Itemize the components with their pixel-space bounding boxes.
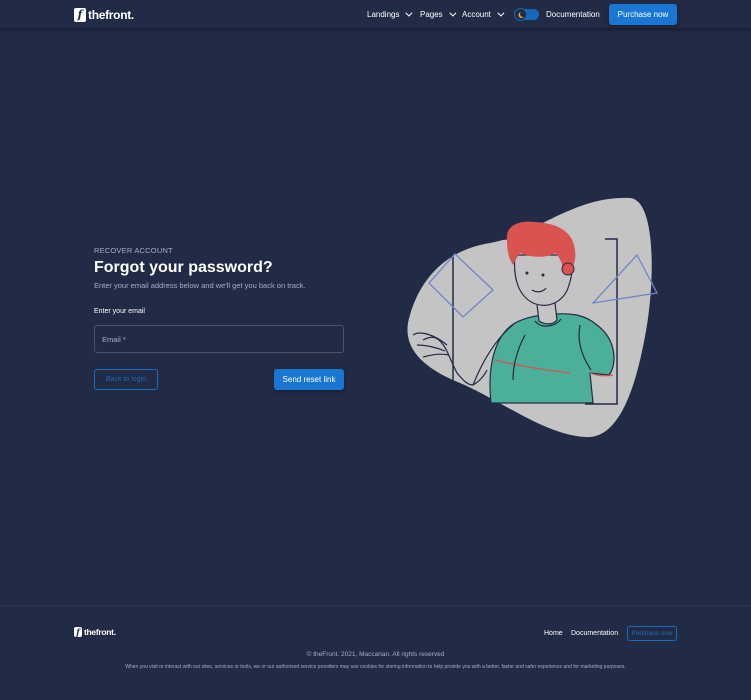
nav-documentation[interactable]: Documentation <box>546 0 600 29</box>
chevron-down-icon <box>449 9 457 17</box>
chevron-down-icon <box>497 9 505 17</box>
footer-link-home-label: Home <box>544 630 563 637</box>
brand-logo[interactable]: f thefront. <box>74 7 134 22</box>
back-to-login-button[interactable]: Back to login <box>94 369 158 390</box>
logo-mark: f <box>74 7 86 22</box>
nav-account[interactable]: Account <box>462 0 505 29</box>
page-title: Forgot your password? <box>94 259 273 276</box>
nav-documentation-label: Documentation <box>546 10 600 19</box>
legal-text: When you visit or interact with our site… <box>125 664 626 670</box>
footer-logo-mark: f <box>74 627 82 637</box>
eye-right-shape <box>541 273 545 277</box>
neck-shape <box>536 302 558 325</box>
theme-toggle[interactable] <box>514 8 539 21</box>
logo-text: thefront. <box>88 7 134 22</box>
section-overline: RECOVER ACCOUNT <box>94 246 173 255</box>
footer-divider <box>0 605 751 606</box>
footer-logo[interactable]: f thefront. <box>74 627 116 637</box>
copyright-text: © theFront. 2021, Maccarian. All rights … <box>306 651 445 658</box>
footer-link-home[interactable]: Home <box>544 626 563 641</box>
ear-shape <box>561 262 575 276</box>
page-subtitle: Enter your email address below and we'll… <box>94 281 306 290</box>
purchase-button[interactable]: Purchase now <box>609 4 677 25</box>
send-reset-link-button[interactable]: Send reset link <box>274 369 344 390</box>
email-label: Enter your email <box>94 308 145 315</box>
chevron-down-icon <box>405 9 413 17</box>
nav-pages-label: Pages <box>420 10 443 19</box>
eye-left-shape <box>525 271 529 275</box>
footer-logo-text: thefront. <box>84 627 116 637</box>
footer-purchase-button[interactable]: Purchase now <box>627 626 677 641</box>
footer-link-documentation-label: Documentation <box>571 630 619 637</box>
moon-icon <box>520 11 526 17</box>
nav-landings[interactable]: Landings <box>367 0 413 29</box>
illustration <box>407 197 658 438</box>
nav-pages[interactable]: Pages <box>420 0 457 29</box>
top-bar: f thefront. Landings Pages Account Docum… <box>0 0 751 29</box>
footer-link-documentation[interactable]: Documentation <box>571 626 618 641</box>
nav-landings-label: Landings <box>367 10 400 19</box>
email-field[interactable] <box>94 325 344 353</box>
nav-account-label: Account <box>462 10 491 19</box>
toggle-knob <box>514 8 527 21</box>
